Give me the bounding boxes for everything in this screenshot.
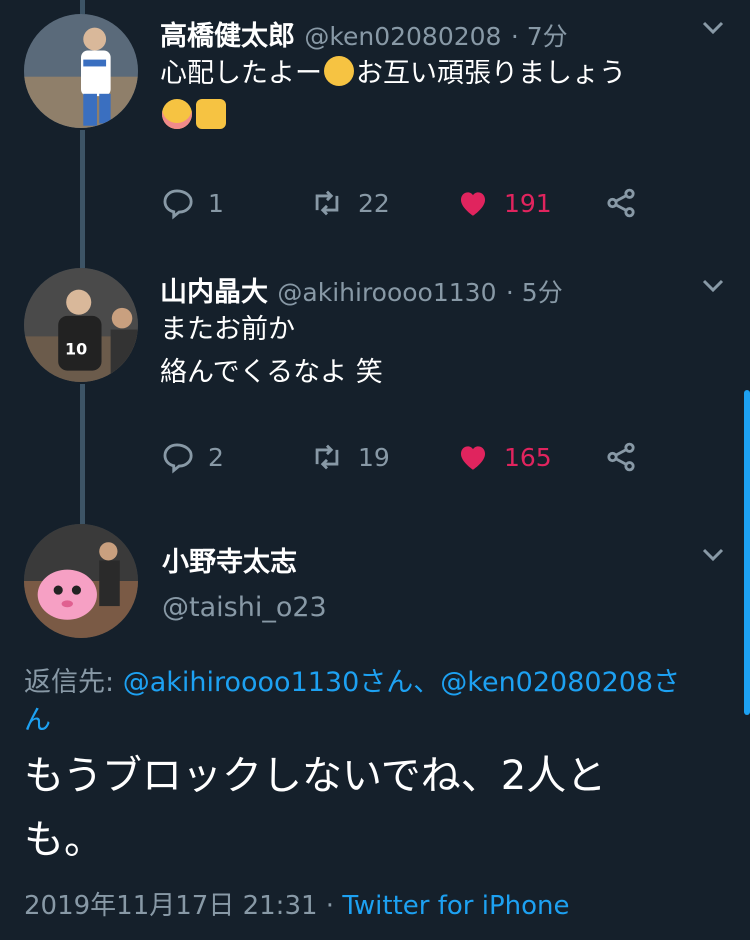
svg-text:10: 10 — [65, 340, 87, 359]
tweet-1-text-part2: お互い頑張りましょう — [356, 58, 626, 89]
tweet-1-time[interactable]: · 7分 — [511, 22, 568, 51]
tweet-1-actions: 1 22 191 — [160, 186, 640, 226]
tweet-1-share-button[interactable] — [604, 186, 652, 220]
reply-icon — [163, 443, 193, 474]
main-tweet-source-link[interactable]: Twitter for iPhone — [342, 891, 569, 921]
meta-separator: · — [317, 891, 343, 921]
main-tweet-text-line1: もうブロックしないでね、2人と — [24, 753, 607, 799]
scrollbar[interactable] — [744, 390, 750, 715]
tweet-2-text-line1: またお前か — [160, 314, 295, 345]
reply-icon — [163, 189, 193, 220]
smiling-face-emoji-icon — [162, 99, 192, 129]
reply-to-prefix: 返信先: — [24, 667, 123, 698]
tweet-2-like-button[interactable]: 165 — [456, 440, 552, 474]
share-icon — [607, 188, 635, 218]
tweet-2-reply-count: 2 — [208, 442, 224, 472]
tweet-2-handle[interactable]: @akihiroooo1130 — [277, 278, 496, 307]
reply-to-ken-link-cont[interactable]: ん — [24, 705, 51, 736]
retweet-icon — [315, 444, 339, 470]
tweet-2-time[interactable]: · 5分 — [506, 278, 563, 307]
tweet-1-reply-count: 1 — [208, 188, 224, 218]
tweet-2-text: またお前か 絡んでくるなよ 笑 — [160, 308, 383, 394]
avatar-taishi[interactable] — [24, 524, 138, 638]
reply-to-line: 返信先: @akihiroooo1130さん、@ken02080208さ ん — [24, 664, 724, 740]
tweet-1-retweet-count: 22 — [358, 188, 390, 218]
tweet-2-more-chevron-down-icon[interactable] — [700, 276, 726, 302]
tweet-1-text: 心配したよー お互い頑張りましょう — [160, 52, 626, 138]
tweet-1-like-count: 191 — [504, 188, 552, 218]
tweet-1-handle[interactable]: @ken02080208 — [304, 22, 501, 51]
share-icon — [607, 442, 635, 472]
tweet-1-name[interactable]: 高橋健太郎 — [160, 21, 295, 52]
tweet-1-reply-button[interactable]: 1 — [160, 186, 224, 220]
main-tweet-name[interactable]: 小野寺太志 — [162, 540, 297, 579]
retweet-icon — [315, 190, 339, 216]
tweet-2-reply-button[interactable]: 2 — [160, 440, 224, 474]
fist-emoji-icon — [196, 99, 226, 129]
main-tweet-more-chevron-down-icon[interactable] — [700, 545, 726, 571]
heart-icon — [460, 446, 486, 470]
main-tweet-timestamp[interactable]: 2019年11月17日 21:31 — [24, 891, 318, 921]
avatar-ken[interactable] — [24, 14, 138, 128]
tweet-1-retweet-button[interactable]: 22 — [310, 186, 390, 220]
thread-line-2 — [80, 384, 85, 524]
tweet-2-text-line2: 絡んでくるなよ 笑 — [160, 357, 383, 388]
tweet-2-name[interactable]: 山内晶大 — [160, 277, 268, 308]
tweet-1-more-chevron-down-icon[interactable] — [700, 18, 726, 44]
tweet-2-like-count: 165 — [504, 442, 552, 472]
tweet-2-actions: 2 19 165 — [160, 440, 640, 480]
tweet-2-retweet-count: 19 — [358, 442, 390, 472]
main-tweet-text: もうブロックしないでね、2人と も。 — [24, 744, 744, 872]
heart-icon — [460, 192, 486, 216]
crying-face-emoji-icon — [324, 56, 354, 86]
reply-to-akihiro-link[interactable]: @akihiroooo1130さん、 — [123, 667, 441, 698]
main-tweet-text-line2: も。 — [24, 817, 104, 863]
tweet-1-like-button[interactable]: 191 — [456, 186, 552, 220]
main-tweet-meta: 2019年11月17日 21:31 · Twitter for iPhone — [24, 885, 570, 922]
avatar-akihiro[interactable]: 10 — [24, 268, 138, 382]
reply-to-ken-link[interactable]: @ken02080208さ — [440, 667, 680, 698]
thread-line-1 — [80, 130, 85, 270]
tweet-1-text-part1: 心配したよー — [160, 58, 322, 89]
tweet-2-retweet-button[interactable]: 19 — [310, 440, 390, 474]
tweet-2-share-button[interactable] — [604, 440, 652, 474]
main-tweet-handle[interactable]: @taishi_o23 — [162, 592, 327, 623]
